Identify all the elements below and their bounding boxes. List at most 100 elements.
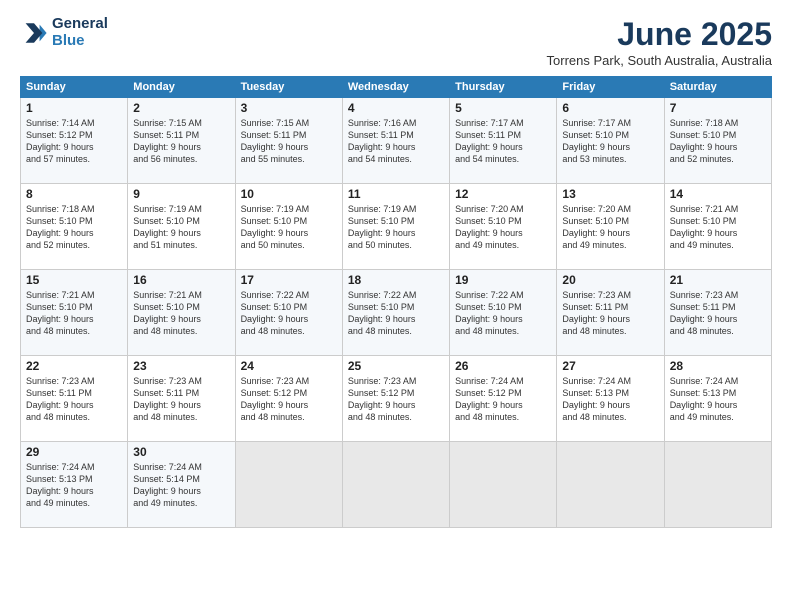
day-info: Sunrise: 7:14 AMSunset: 5:12 PMDaylight:… bbox=[26, 117, 122, 166]
day-number: 23 bbox=[133, 359, 229, 373]
col-saturday: Saturday bbox=[664, 77, 771, 98]
day-number: 18 bbox=[348, 273, 444, 287]
day-number: 14 bbox=[670, 187, 766, 201]
day-number: 20 bbox=[562, 273, 658, 287]
calendar-week-5: 29 Sunrise: 7:24 AMSunset: 5:13 PMDayligh… bbox=[21, 442, 772, 528]
title-block: June 2025 Torrens Park, South Australia,… bbox=[547, 16, 772, 68]
table-cell: 28Sunrise: 7:24 AMSunset: 5:13 PMDayligh… bbox=[664, 356, 771, 442]
day-info: Sunrise: 7:24 AMSunset: 5:13 PMDaylight:… bbox=[26, 461, 122, 510]
table-cell: 21Sunrise: 7:23 AMSunset: 5:11 PMDayligh… bbox=[664, 270, 771, 356]
day-number: 16 bbox=[133, 273, 229, 287]
table-cell: 9 Sunrise: 7:19 AMSunset: 5:10 PMDaylight… bbox=[128, 184, 235, 270]
table-cell: 14 Sunrise: 7:21 AMSunset: 5:10 PMDayligh… bbox=[664, 184, 771, 270]
location: Torrens Park, South Australia, Australia bbox=[547, 53, 772, 68]
month-title: June 2025 bbox=[547, 16, 772, 53]
day-info: Sunrise: 7:17 AMSunset: 5:11 PMDaylight:… bbox=[455, 117, 551, 166]
day-number: 24 bbox=[241, 359, 337, 373]
table-cell bbox=[342, 442, 449, 528]
logo-icon bbox=[20, 19, 48, 47]
day-info: Sunrise: 7:19 AMSunset: 5:10 PMDaylight:… bbox=[241, 203, 337, 252]
table-cell: 11Sunrise: 7:19 AMSunset: 5:10 PMDayligh… bbox=[342, 184, 449, 270]
calendar-week-4: 22 Sunrise: 7:23 AMSunset: 5:11 PMDayligh… bbox=[21, 356, 772, 442]
day-info: Sunrise: 7:17 AMSunset: 5:10 PMDaylight:… bbox=[562, 117, 658, 166]
table-cell: 7Sunrise: 7:18 AMSunset: 5:10 PMDaylight… bbox=[664, 98, 771, 184]
calendar-week-2: 8 Sunrise: 7:18 AMSunset: 5:10 PMDaylight… bbox=[21, 184, 772, 270]
table-cell: 23 Sunrise: 7:23 AMSunset: 5:11 PMDayligh… bbox=[128, 356, 235, 442]
day-number: 10 bbox=[241, 187, 337, 201]
day-info: Sunrise: 7:23 AMSunset: 5:11 PMDaylight:… bbox=[133, 375, 229, 424]
day-info: Sunrise: 7:23 AMSunset: 5:11 PMDaylight:… bbox=[26, 375, 122, 424]
day-number: 2 bbox=[133, 101, 229, 115]
table-cell: 16 Sunrise: 7:21 AMSunset: 5:10 PMDayligh… bbox=[128, 270, 235, 356]
day-number: 28 bbox=[670, 359, 766, 373]
logo: General Blue bbox=[20, 16, 108, 49]
day-info: Sunrise: 7:23 AMSunset: 5:12 PMDaylight:… bbox=[348, 375, 444, 424]
table-cell: 6 Sunrise: 7:17 AMSunset: 5:10 PMDaylight… bbox=[557, 98, 664, 184]
table-cell bbox=[235, 442, 342, 528]
table-cell: 25 Sunrise: 7:23 AMSunset: 5:12 PMDayligh… bbox=[342, 356, 449, 442]
table-cell: 1Sunrise: 7:14 AMSunset: 5:12 PMDaylight… bbox=[21, 98, 128, 184]
day-info: Sunrise: 7:21 AMSunset: 5:10 PMDaylight:… bbox=[26, 289, 122, 338]
page: General Blue June 2025 Torrens Park, Sou… bbox=[0, 0, 792, 612]
col-thursday: Thursday bbox=[450, 77, 557, 98]
day-number: 9 bbox=[133, 187, 229, 201]
day-number: 29 bbox=[26, 445, 122, 459]
day-number: 30 bbox=[133, 445, 229, 459]
day-info: Sunrise: 7:24 AMSunset: 5:13 PMDaylight:… bbox=[562, 375, 658, 424]
table-cell: 29 Sunrise: 7:24 AMSunset: 5:13 PMDayligh… bbox=[21, 442, 128, 528]
day-info: Sunrise: 7:22 AMSunset: 5:10 PMDaylight:… bbox=[241, 289, 337, 338]
day-info: Sunrise: 7:24 AMSunset: 5:12 PMDaylight:… bbox=[455, 375, 551, 424]
day-number: 26 bbox=[455, 359, 551, 373]
day-number: 13 bbox=[562, 187, 658, 201]
table-cell: 12Sunrise: 7:20 AMSunset: 5:10 PMDayligh… bbox=[450, 184, 557, 270]
day-number: 25 bbox=[348, 359, 444, 373]
day-number: 21 bbox=[670, 273, 766, 287]
table-cell: 24Sunrise: 7:23 AMSunset: 5:12 PMDayligh… bbox=[235, 356, 342, 442]
day-info: Sunrise: 7:16 AMSunset: 5:11 PMDaylight:… bbox=[348, 117, 444, 166]
day-number: 5 bbox=[455, 101, 551, 115]
day-info: Sunrise: 7:15 AMSunset: 5:11 PMDaylight:… bbox=[241, 117, 337, 166]
day-info: Sunrise: 7:20 AMSunset: 5:10 PMDaylight:… bbox=[455, 203, 551, 252]
day-number: 19 bbox=[455, 273, 551, 287]
table-cell: 4 Sunrise: 7:16 AMSunset: 5:11 PMDaylight… bbox=[342, 98, 449, 184]
day-number: 22 bbox=[26, 359, 122, 373]
table-cell: 19Sunrise: 7:22 AMSunset: 5:10 PMDayligh… bbox=[450, 270, 557, 356]
table-cell: 15 Sunrise: 7:21 AMSunset: 5:10 PMDayligh… bbox=[21, 270, 128, 356]
day-number: 15 bbox=[26, 273, 122, 287]
day-number: 6 bbox=[562, 101, 658, 115]
table-cell: 2 Sunrise: 7:15 AMSunset: 5:11 PMDaylight… bbox=[128, 98, 235, 184]
col-sunday: Sunday bbox=[21, 77, 128, 98]
table-cell bbox=[450, 442, 557, 528]
day-info: Sunrise: 7:23 AMSunset: 5:11 PMDaylight:… bbox=[562, 289, 658, 338]
day-info: Sunrise: 7:21 AMSunset: 5:10 PMDaylight:… bbox=[133, 289, 229, 338]
table-cell: 18 Sunrise: 7:22 AMSunset: 5:10 PMDayligh… bbox=[342, 270, 449, 356]
calendar-table: Sunday Monday Tuesday Wednesday Thursday… bbox=[20, 76, 772, 528]
day-info: Sunrise: 7:15 AMSunset: 5:11 PMDaylight:… bbox=[133, 117, 229, 166]
calendar-week-1: 1Sunrise: 7:14 AMSunset: 5:12 PMDaylight… bbox=[21, 98, 772, 184]
day-info: Sunrise: 7:21 AMSunset: 5:10 PMDaylight:… bbox=[670, 203, 766, 252]
table-cell: 3Sunrise: 7:15 AMSunset: 5:11 PMDaylight… bbox=[235, 98, 342, 184]
logo-text: General Blue bbox=[52, 16, 108, 49]
table-cell: 30 Sunrise: 7:24 AMSunset: 5:14 PMDayligh… bbox=[128, 442, 235, 528]
day-number: 8 bbox=[26, 187, 122, 201]
day-info: Sunrise: 7:19 AMSunset: 5:10 PMDaylight:… bbox=[348, 203, 444, 252]
table-cell: 10 Sunrise: 7:19 AMSunset: 5:10 PMDayligh… bbox=[235, 184, 342, 270]
table-cell: 5 Sunrise: 7:17 AMSunset: 5:11 PMDaylight… bbox=[450, 98, 557, 184]
day-number: 27 bbox=[562, 359, 658, 373]
day-info: Sunrise: 7:19 AMSunset: 5:10 PMDaylight:… bbox=[133, 203, 229, 252]
table-cell bbox=[557, 442, 664, 528]
col-tuesday: Tuesday bbox=[235, 77, 342, 98]
table-cell bbox=[664, 442, 771, 528]
day-number: 17 bbox=[241, 273, 337, 287]
table-cell: 26 Sunrise: 7:24 AMSunset: 5:12 PMDayligh… bbox=[450, 356, 557, 442]
table-cell: 13Sunrise: 7:20 AMSunset: 5:10 PMDayligh… bbox=[557, 184, 664, 270]
header: General Blue June 2025 Torrens Park, Sou… bbox=[20, 16, 772, 68]
calendar-header-row: Sunday Monday Tuesday Wednesday Thursday… bbox=[21, 77, 772, 98]
day-info: Sunrise: 7:24 AMSunset: 5:14 PMDaylight:… bbox=[133, 461, 229, 510]
col-monday: Monday bbox=[128, 77, 235, 98]
day-info: Sunrise: 7:18 AMSunset: 5:10 PMDaylight:… bbox=[26, 203, 122, 252]
day-info: Sunrise: 7:22 AMSunset: 5:10 PMDaylight:… bbox=[348, 289, 444, 338]
table-cell: 8 Sunrise: 7:18 AMSunset: 5:10 PMDaylight… bbox=[21, 184, 128, 270]
day-number: 4 bbox=[348, 101, 444, 115]
col-wednesday: Wednesday bbox=[342, 77, 449, 98]
